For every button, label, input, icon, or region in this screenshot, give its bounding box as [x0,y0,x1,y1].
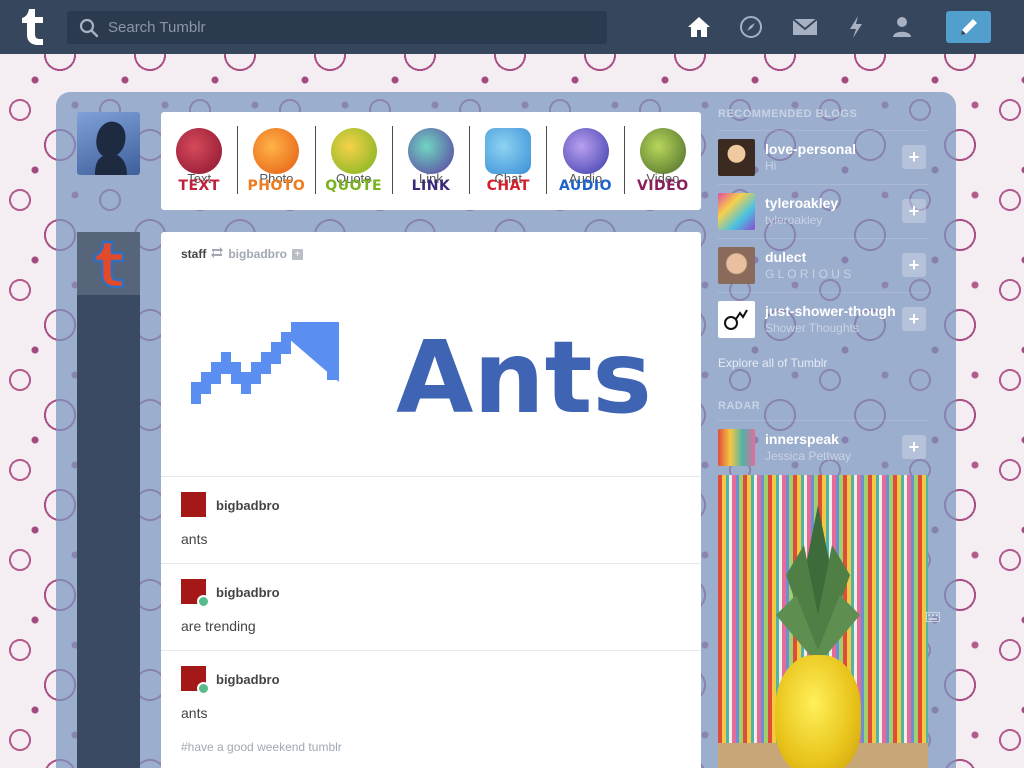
post-header: staff bigbadbro + [181,247,304,261]
inbox-icon[interactable] [792,14,818,40]
blog-title: Jessica Pettway [765,449,852,463]
reblog-icon [210,247,224,261]
text-mascot-icon [176,128,223,174]
post-image-text: Ants [396,322,652,432]
reblog-avatar[interactable] [181,579,210,608]
explore-icon[interactable] [738,14,764,40]
home-icon[interactable] [686,14,712,40]
post-tag[interactable]: #have a good weekend tumblr [181,740,342,754]
reblog-badge-icon [197,595,210,608]
reblog-avatar[interactable] [181,492,206,517]
post-type-video-big: VIDEO [637,178,689,194]
blog-title: Hi [765,159,777,173]
post-type-audio[interactable]: Audio AUDIO [547,126,625,194]
search-icon [79,18,99,37]
blog-name: just-shower-thoughts [765,303,895,319]
top-navigation-bar [0,0,1024,54]
blog-avatar [718,247,755,284]
follow-button[interactable]: + [902,253,926,277]
post-author-name[interactable]: staff [181,247,206,261]
reblog-entry: bigbadbro are trending [161,563,701,651]
follow-button[interactable]: + [902,199,926,223]
account-icon[interactable] [889,14,915,40]
post-type-text[interactable]: Text TEXT [161,126,239,194]
recommended-blog-item[interactable]: just-shower-thoughts Shower Thoughts + [718,292,928,346]
post-author-avatar[interactable] [77,232,140,295]
post-type-chat[interactable]: Chat CHAT [470,126,548,194]
post-card: staff bigbadbro + Ants bigbadbro ants bi… [161,232,701,768]
follow-plus-icon[interactable]: + [292,248,304,260]
blog-name: innerspeak [765,431,839,447]
blog-title: Shower Thoughts [765,321,859,335]
compose-button[interactable] [946,11,991,43]
quote-mascot-icon [330,128,377,174]
follow-button[interactable]: + [902,145,926,169]
follow-button[interactable]: + [902,307,926,331]
post-type-quote[interactable]: Quote QUOTE [316,126,393,194]
blog-title: G L O R I O U S [765,267,852,281]
blog-title: tyleroakley [765,213,823,227]
blog-name: tyleroakley [765,195,839,211]
explore-tumblr-link[interactable]: Explore all of Tumblr [718,356,827,370]
blog-avatar [718,429,755,466]
radar-heading: RADAR [718,400,761,412]
radar-post-image[interactable] [718,475,928,768]
post-type-photo-big: PHOTO [247,178,306,194]
post-type-selector: Text TEXT Photo PHOTO Quote QUOTE Link L… [161,112,701,210]
blog-name: love-personal [765,141,857,157]
post-type-link[interactable]: Link LINK [393,126,471,194]
reblog-text: ants [181,705,208,721]
recommended-blogs-heading: RECOMMENDED BLOGS [718,108,858,120]
post-type-link-big: LINK [411,178,451,194]
recommended-blog-item[interactable]: dulect G L O R I O U S + [718,238,928,292]
trending-arrow-icon [191,322,339,404]
link-mascot-icon [407,128,454,174]
video-mascot-icon [639,128,686,174]
pineapple-leaves-icon [776,505,860,665]
user-avatar[interactable] [77,112,140,175]
reblog-author[interactable]: bigbadbro [216,585,280,600]
post-type-video[interactable]: Video VIDEO [625,126,701,194]
search-input[interactable] [108,19,588,36]
audio-mascot-icon [562,128,609,174]
post-type-chat-big: CHAT [486,178,530,194]
follow-button[interactable]: + [902,435,926,459]
reblog-avatar[interactable] [181,666,210,695]
reblog-text: ants [181,531,208,547]
left-column [77,232,140,768]
post-type-audio-big: AUDIO [559,178,613,194]
blog-avatar [718,301,755,338]
reblog-text: are trending [181,618,256,634]
pineapple-body-shape [775,655,861,768]
blog-avatar [718,139,755,176]
pencil-icon [960,19,977,35]
right-sidebar: RECOMMENDED BLOGS love-personal Hi + tyl… [718,108,928,768]
chat-mascot-icon [485,128,532,174]
post-image-trending[interactable]: Ants [181,322,681,432]
radar-blog-item[interactable]: innerspeak Jessica Pettway + [718,420,928,474]
reblog-badge-icon [197,682,210,695]
activity-icon[interactable] [843,14,869,40]
blog-name: dulect [765,249,807,265]
recommended-blog-item[interactable]: love-personal Hi + [718,130,928,184]
search-bar[interactable] [67,11,607,44]
post-type-text-big: TEXT [178,178,220,194]
post-type-quote-big: QUOTE [325,178,383,194]
tumblr-logo-icon[interactable] [16,5,50,47]
post-type-photo[interactable]: Photo PHOTO [238,126,316,194]
keyboard-shortcuts-icon[interactable] [926,612,940,622]
reblog-author[interactable]: bigbadbro [216,498,280,513]
blog-avatar [718,193,755,230]
reblog-entry: bigbadbro ants [161,476,701,564]
photo-mascot-icon [253,128,300,174]
reblog-author[interactable]: bigbadbro [216,672,280,687]
recommended-blog-item[interactable]: tyleroakley tyleroakley + [718,184,928,238]
reblog-source-name[interactable]: bigbadbro [228,247,287,261]
